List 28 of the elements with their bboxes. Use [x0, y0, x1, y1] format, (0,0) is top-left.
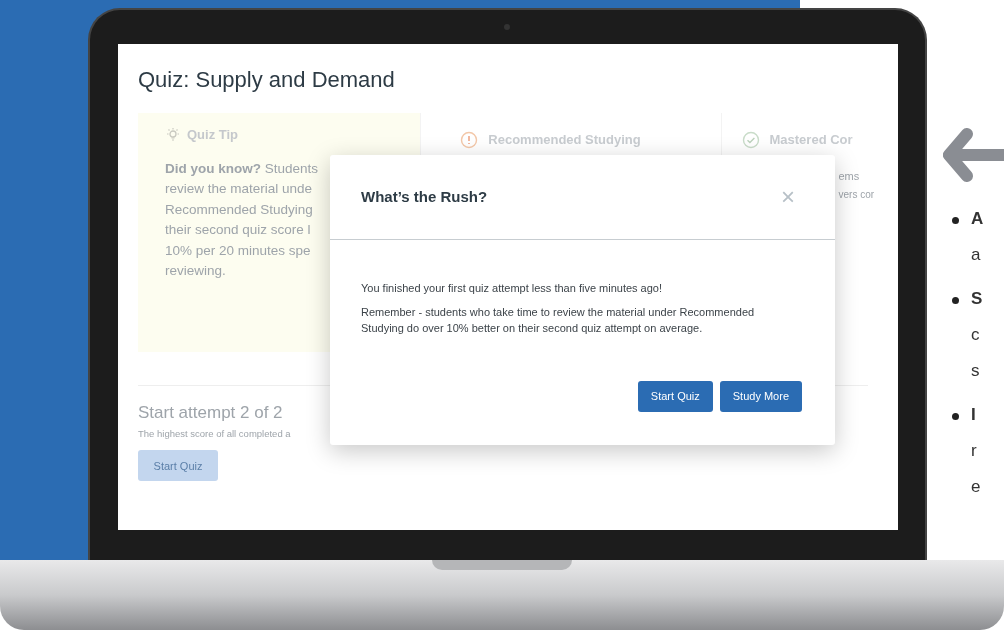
bullet-text: A: [971, 208, 984, 230]
bullet-icon: [952, 297, 959, 304]
start-quiz-button[interactable]: Start Quiz: [138, 450, 218, 482]
bullet-text: e: [971, 476, 981, 498]
bullet-text: c: [971, 324, 981, 346]
modal-title: What’s the Rush?: [361, 186, 488, 207]
bullet-text: a: [971, 244, 982, 266]
lightbulb-icon: [165, 126, 181, 143]
page-title: Quiz: Supply and Demand: [138, 66, 396, 94]
alert-icon: [460, 130, 479, 149]
modal-text: Remember - students who take time to review the material under Recommended Studying do over 10% better on their second quiz attempt on average.: [361, 305, 756, 336]
attempt-subtitle: The highest score of all completed a: [138, 427, 291, 441]
column-text: ems: [838, 168, 861, 184]
check-circle-icon: [741, 130, 760, 149]
bullet-icon: [952, 413, 959, 420]
tip-heading: Quiz Tip: [187, 126, 239, 144]
column-text: vers cor: [838, 188, 876, 202]
study-more-button[interactable]: Study More: [719, 381, 802, 412]
bullet-text: s: [971, 360, 981, 382]
start-quiz-button[interactable]: Start Quiz: [637, 381, 713, 412]
bullet-text: S: [971, 288, 983, 310]
arrow-icon: [943, 128, 1004, 182]
bullet-icon: [952, 217, 959, 224]
bullet-text: r: [971, 440, 978, 462]
tip-text: Did you know? Students review the material unde Recommended Studying their second quiz score l 10% per 20 minutes spe reviewing.: [165, 159, 319, 280]
attempt-title: Start attempt 2 of 2: [138, 402, 283, 424]
bullet-text: I: [971, 404, 977, 426]
modal-text: You finished your first quiz attempt less than five minutes ago!: [361, 281, 664, 296]
